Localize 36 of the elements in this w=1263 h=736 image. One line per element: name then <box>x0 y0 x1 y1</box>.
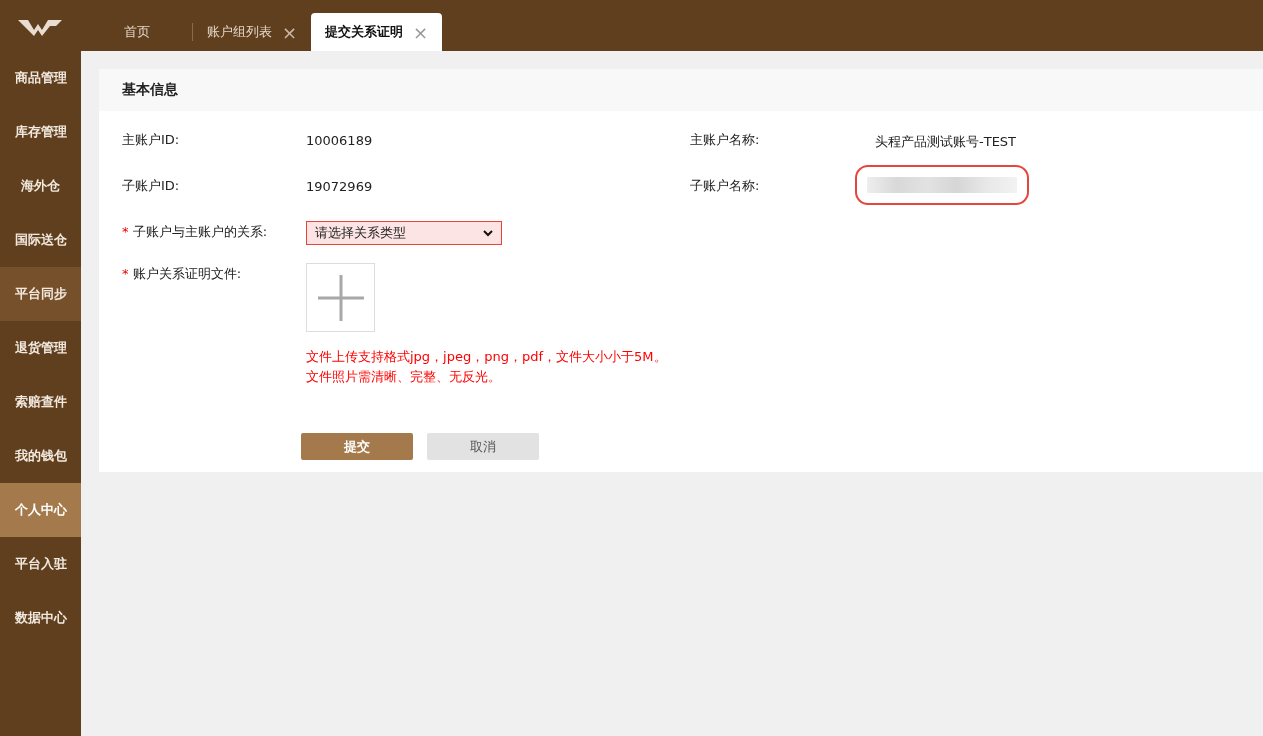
field-label: 账户关系证明文件: <box>132 266 242 281</box>
sidebar-item[interactable]: 退货管理 <box>0 321 81 375</box>
hint-text: 文件上传支持格式jpg，jpeg，png，pdf，文件大小小于5M。 <box>306 348 667 366</box>
submit-button[interactable]: 提交 <box>301 433 413 460</box>
close-icon[interactable]: × <box>282 21 298 43</box>
tab[interactable]: 账户组列表 × <box>193 13 312 51</box>
hint-text: 文件照片需清晰、完整、无反光。 <box>306 368 502 386</box>
field-value: 19072969 <box>306 178 373 196</box>
logo-icon <box>16 18 64 38</box>
field-label: 子账户与主账户的关系: <box>132 224 268 239</box>
sidebar-item[interactable]: 个人中心 <box>0 483 81 537</box>
sidebar-item[interactable]: 库存管理 <box>0 105 81 159</box>
upload-button[interactable] <box>306 263 375 332</box>
sidebar-item[interactable]: 数据中心 <box>0 591 81 645</box>
sidebar-item[interactable]: 国际送仓 <box>0 213 81 267</box>
sidebar-item[interactable]: 平台同步 <box>0 267 81 321</box>
field-label: 子账户名称: <box>690 177 761 195</box>
cancel-button[interactable]: 取消 <box>427 433 539 460</box>
required-mark: * <box>122 224 129 239</box>
sidebar-item[interactable]: 我的钱包 <box>0 429 81 483</box>
plus-icon <box>317 274 364 321</box>
tab[interactable]: 首页 <box>110 13 192 51</box>
sidebar-item[interactable]: 平台入驻 <box>0 537 81 591</box>
tab[interactable]: 提交关系证明 × <box>311 13 443 51</box>
required-mark: * <box>122 266 129 281</box>
relation-select[interactable]: 请选择关系类型 <box>306 221 502 245</box>
field-value: 头程产品测试账号-TEST <box>875 133 1017 151</box>
sidebar-item[interactable]: 海外仓 <box>0 159 81 213</box>
field-value: 10006189 <box>306 132 373 150</box>
field-label: 主账户名称: <box>690 131 761 149</box>
field-label: 主账户ID: <box>122 131 181 149</box>
sidebar-item[interactable]: 商品管理 <box>0 51 81 105</box>
sidebar-item[interactable]: 索赔查件 <box>0 375 81 429</box>
panel-title: 基本信息 <box>99 69 1263 111</box>
field-label: 子账户ID: <box>122 177 181 195</box>
chevron-down-icon <box>483 229 493 237</box>
